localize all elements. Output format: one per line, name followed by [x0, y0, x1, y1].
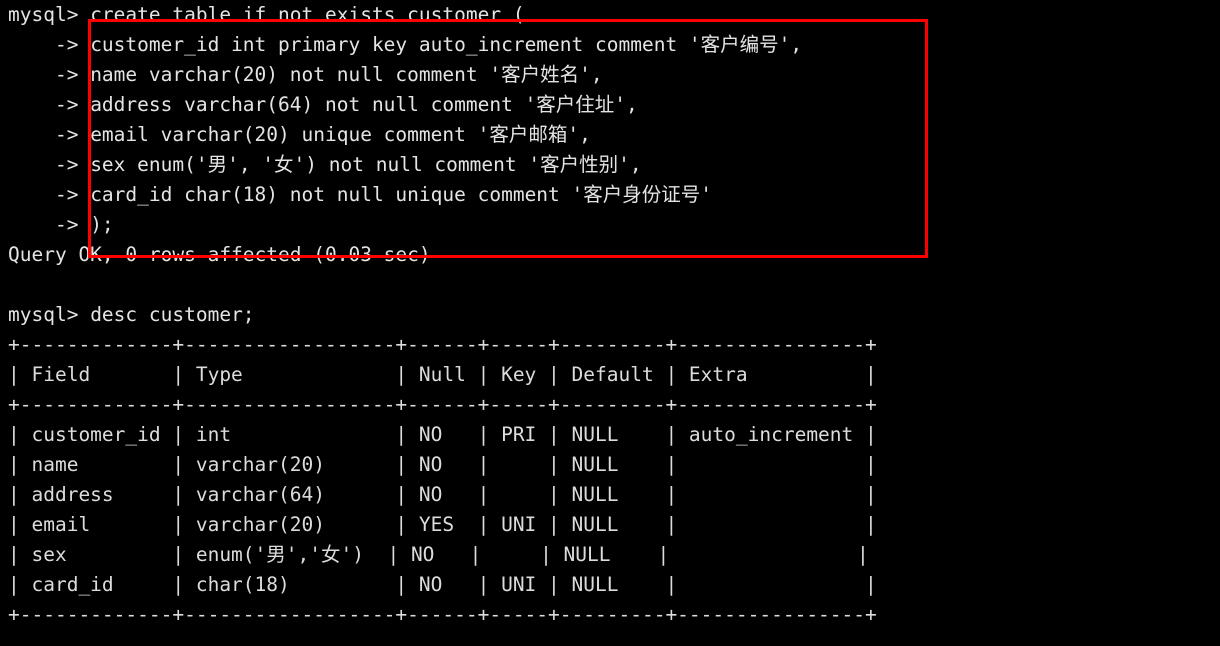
prompt: mysql> — [8, 3, 91, 26]
table-row: | card_id | char(18) | NO | UNI | NULL |… — [8, 573, 877, 596]
sql-text: address varchar(64) not null comment '客户… — [90, 93, 638, 116]
sql-line: -> email varchar(20) unique comment '客户邮… — [0, 120, 1220, 150]
sql-text: customer_id int primary key auto_increme… — [90, 33, 803, 56]
terminal-window[interactable]: mysql> create table if not exists custom… — [0, 0, 1220, 646]
continuation-prompt: -> — [8, 153, 91, 176]
table-row: | email | varchar(20) | YES | UNI | NULL… — [8, 513, 877, 536]
prompt: mysql> — [8, 303, 91, 326]
table-header-row: | Field | Type | Null | Key | Default | … — [8, 363, 877, 386]
sql-text: name varchar(20) not null comment '客户姓名'… — [90, 63, 603, 86]
create-table-statement: mysql> create table if not exists custom… — [0, 0, 1220, 240]
sql-line: -> card_id char(18) not null unique comm… — [0, 180, 1220, 210]
sql-text: desc customer; — [90, 303, 255, 326]
sql-line: -> name varchar(20) not null comment '客户… — [0, 60, 1220, 90]
sql-line: mysql> desc customer; — [0, 300, 1220, 330]
sql-line: -> sex enum('男', '女') not null comment '… — [0, 150, 1220, 180]
table-row: | name | varchar(20) | NO | | NULL | | — [8, 453, 877, 476]
table-row: | sex | enum('男','女') | NO | | NULL | | — [8, 543, 869, 566]
continuation-prompt: -> — [8, 63, 91, 86]
sql-line: -> customer_id int primary key auto_incr… — [0, 30, 1220, 60]
continuation-prompt: -> — [8, 93, 91, 116]
continuation-prompt: -> — [8, 123, 91, 146]
table-row: | customer_id | int | NO | PRI | NULL | … — [8, 423, 877, 446]
continuation-prompt: -> — [8, 213, 91, 236]
sql-text: create table if not exists customer ( — [90, 3, 525, 26]
table-separator: +-------------+------------------+------… — [8, 333, 877, 356]
desc-statement: mysql> desc customer; — [0, 300, 1220, 330]
sql-line: -> ); — [0, 210, 1220, 240]
query-result-message: Query OK, 0 rows affected (0.03 sec) — [0, 240, 1220, 270]
sql-line: -> address varchar(64) not null comment … — [0, 90, 1220, 120]
result-line: Query OK, 0 rows affected (0.03 sec) — [8, 243, 431, 266]
table-row: | address | varchar(64) | NO | | NULL | … — [8, 483, 877, 506]
table-separator: +-------------+------------------+------… — [8, 603, 877, 626]
continuation-prompt: -> — [8, 183, 91, 206]
continuation-prompt: -> — [8, 33, 91, 56]
sql-text: sex enum('男', '女') not null comment '客户性… — [90, 153, 642, 176]
table-separator: +-------------+------------------+------… — [8, 393, 877, 416]
sql-text: email varchar(20) unique comment '客户邮箱', — [90, 123, 591, 146]
sql-text: card_id char(18) not null unique comment… — [90, 183, 713, 206]
sql-text: ); — [90, 213, 114, 236]
sql-line: mysql> create table if not exists custom… — [0, 0, 1220, 30]
desc-result-table: +-------------+------------------+------… — [0, 330, 1220, 630]
